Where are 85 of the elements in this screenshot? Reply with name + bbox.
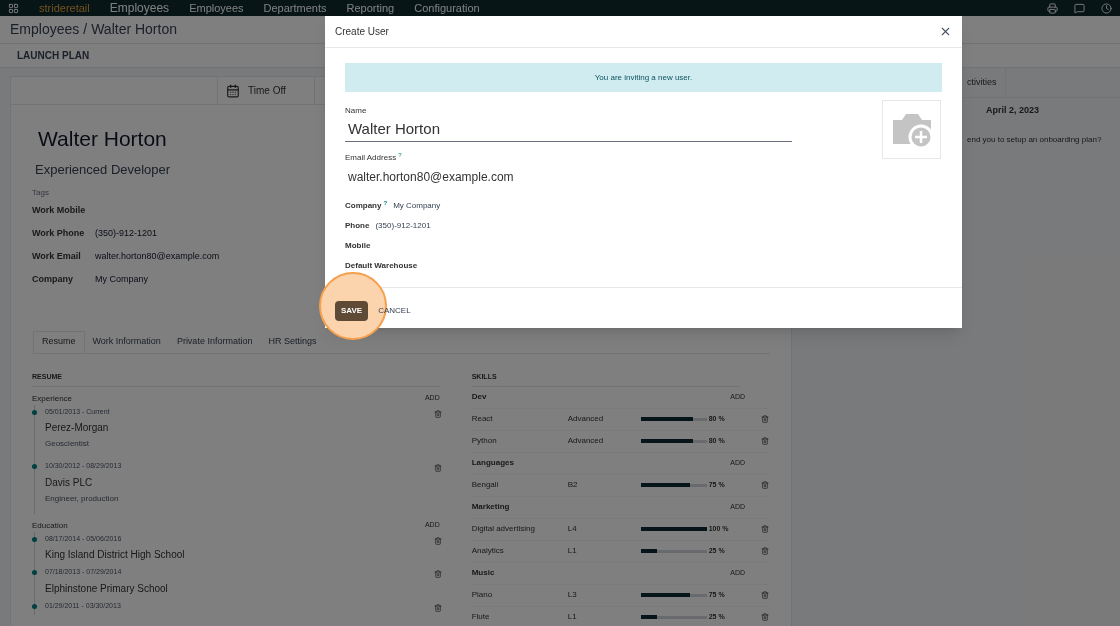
dialog-title: Create User	[335, 25, 389, 39]
skill-level-name: L1	[567, 545, 578, 557]
navbar-menu-item[interactable]: Employees	[189, 0, 244, 17]
field-label: Default Warehouse	[345, 259, 418, 272]
form-tab[interactable]: HR Settings	[260, 331, 325, 353]
info-banner: You are inviting a new user.	[345, 63, 942, 92]
resume-entry-title: Elphinstone Primary School	[45, 581, 168, 596]
navbar-menu-item[interactable]: Departments	[263, 0, 327, 17]
navbar-menu-item[interactable]: Configuration	[414, 0, 480, 17]
activities-tab[interactable]: ctivities	[967, 68, 1006, 97]
skill-group-title: Dev	[471, 391, 487, 403]
field-label: Name	[345, 105, 368, 117]
email-input-field[interactable]: walter.horton80@example.com	[345, 167, 645, 186]
chat-icon[interactable]	[1074, 2, 1085, 14]
delete-icon[interactable]	[433, 409, 442, 418]
field-value: My Company	[95, 272, 148, 286]
delete-icon[interactable]	[760, 591, 769, 599]
onboarding-message: end you to setup an onboarding plan?	[966, 133, 1103, 146]
skill-level-name: Advanced	[567, 435, 605, 447]
resume-entry-title: Davis PLC	[45, 475, 94, 490]
app-name[interactable]: Employees	[109, 0, 170, 17]
field-label: Company $^{?}$	[345, 199, 388, 212]
time-off-button[interactable]: Time Off	[217, 77, 315, 104]
clock-icon[interactable]	[1101, 2, 1112, 14]
form-tab[interactable]: Private Information	[168, 331, 261, 353]
delete-icon[interactable]	[760, 415, 769, 423]
breadcrumb-current: Walter Horton	[91, 20, 177, 39]
navbar-menu-item[interactable]: Reporting	[346, 0, 395, 17]
delete-icon[interactable]	[760, 547, 769, 555]
form-tab[interactable]: Resume	[33, 331, 85, 353]
skill-level-name: L4	[567, 523, 578, 535]
resume-section-title: Experience	[32, 392, 73, 405]
job-title: Experienced Developer	[34, 160, 171, 179]
resume-entry-subtitle: Engineer, production	[45, 492, 120, 505]
skill-name: Analytics	[471, 545, 505, 557]
skill-name: Flute	[471, 611, 491, 623]
launch-plan-button[interactable]: LAUNCH PLAN	[17, 48, 90, 63]
skill-group-title: Marketing	[471, 501, 510, 513]
skill-name: React	[471, 413, 494, 425]
breadcrumb-separator: /	[83, 20, 88, 39]
apps-menu-icon[interactable]	[8, 2, 19, 14]
delete-icon[interactable]	[760, 481, 769, 489]
photo-upload[interactable]	[882, 100, 941, 159]
resume-section-title: Education	[32, 519, 68, 532]
field-label: Mobile	[345, 239, 371, 252]
field-value: walter.horton80@example.com	[95, 249, 220, 263]
activity-date: April 2, 2023	[985, 104, 1040, 117]
field-value: My Company	[393, 199, 441, 212]
tags-label: Tags	[32, 187, 49, 199]
delete-icon[interactable]	[760, 437, 769, 445]
field-value: (350)-912-1201	[95, 226, 158, 240]
delete-icon[interactable]	[433, 464, 442, 472]
save-button[interactable]: SAVE	[335, 300, 369, 321]
print-icon[interactable]	[1047, 2, 1058, 14]
delete-icon[interactable]	[433, 603, 442, 612]
skill-name: Digital advertising	[471, 523, 536, 535]
skill-level-name: B2	[567, 479, 579, 491]
resume-entry-title: King Island District High School	[45, 548, 185, 562]
delete-icon[interactable]	[433, 536, 442, 545]
delete-icon[interactable]	[760, 613, 769, 621]
field-label: Work Email	[32, 249, 82, 263]
name-input-field[interactable]: Walter Horton	[345, 118, 792, 142]
skill-group-title: Languages	[471, 457, 514, 469]
skill-name: Python	[471, 435, 498, 447]
form-tab[interactable]: Work Information	[84, 331, 169, 353]
employee-name: Walter Horton	[37, 126, 167, 152]
calendar-icon	[226, 83, 240, 98]
field-value: (350)-912-1201	[375, 219, 431, 232]
close-icon[interactable]	[939, 25, 952, 38]
delete-icon[interactable]	[433, 570, 442, 578]
delete-icon[interactable]	[760, 525, 769, 533]
field-label: Email Address $^{?}$	[345, 151, 403, 164]
breadcrumb-link[interactable]: Employees	[10, 19, 80, 40]
field-label: Company	[32, 272, 74, 286]
skill-level-name: L1	[567, 611, 578, 623]
field-label: Work Phone	[32, 226, 86, 240]
resume-entry-subtitle: Geoscientist	[45, 438, 91, 450]
skill-level-name: L3	[567, 589, 578, 601]
skill-name: Piano	[471, 589, 494, 601]
skill-name: Bengali	[471, 479, 500, 491]
field-label: Work Mobile	[32, 203, 87, 217]
skill-group-title: Music	[471, 567, 495, 579]
field-label: Phone	[345, 219, 370, 232]
resume-entry-title: Perez-Morgan	[45, 421, 110, 435]
skill-level-name: Advanced	[567, 413, 605, 425]
